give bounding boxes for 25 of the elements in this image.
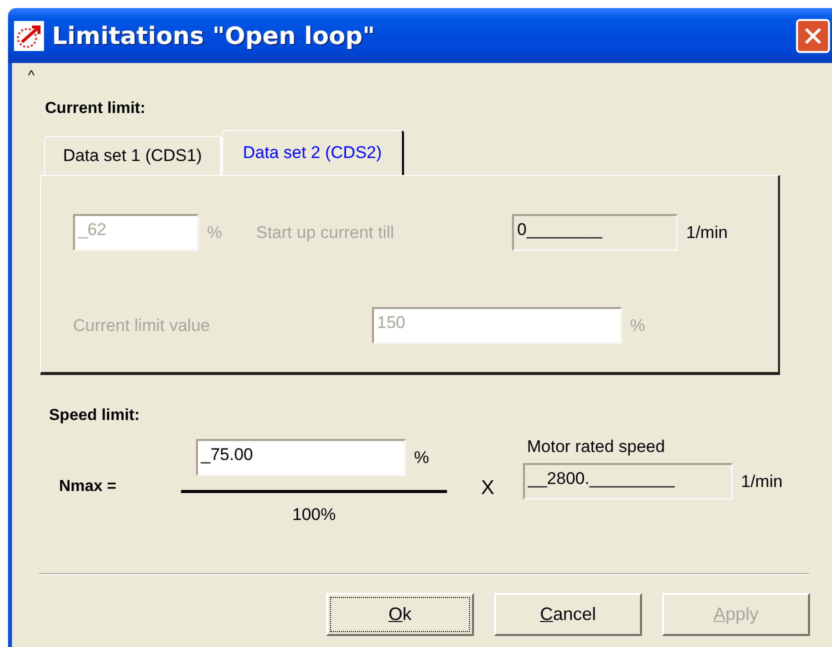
collapse-mark: ^ [28, 67, 35, 83]
unit-label: % [414, 448, 430, 468]
section-heading: Speed limit: [49, 407, 141, 425]
multiply-sign: X [481, 477, 496, 501]
window-title: Limitations "Open loop" [52, 22, 376, 50]
field-label: Motor rated speed [527, 437, 666, 457]
denominator-label: 100% [292, 505, 336, 525]
dialog-button[interactable]: Cancel [494, 593, 642, 636]
unit-label: 1/min [686, 222, 728, 242]
field-label: Current limit value [73, 316, 211, 336]
section-heading: Current limit: [45, 100, 146, 118]
unit-label: % [207, 222, 222, 242]
field-label: Start up current till [256, 222, 396, 242]
formula-label: Nmax = [59, 478, 118, 497]
close-icon [803, 26, 823, 46]
unit-label: % [630, 316, 646, 336]
input-field[interactable]: _75.00 [196, 439, 406, 476]
tab[interactable]: Data set 2 (CDS2) [222, 130, 404, 175]
input-field[interactable]: __2800._________ [523, 463, 733, 500]
input-field[interactable]: 0________ [512, 214, 678, 251]
unit-label: 1/min [741, 472, 783, 492]
app-icon [14, 20, 44, 50]
close-button[interactable] [796, 18, 830, 52]
tab[interactable]: Data set 1 (CDS1) [44, 136, 222, 175]
dialog-button[interactable]: Ok [326, 593, 474, 636]
